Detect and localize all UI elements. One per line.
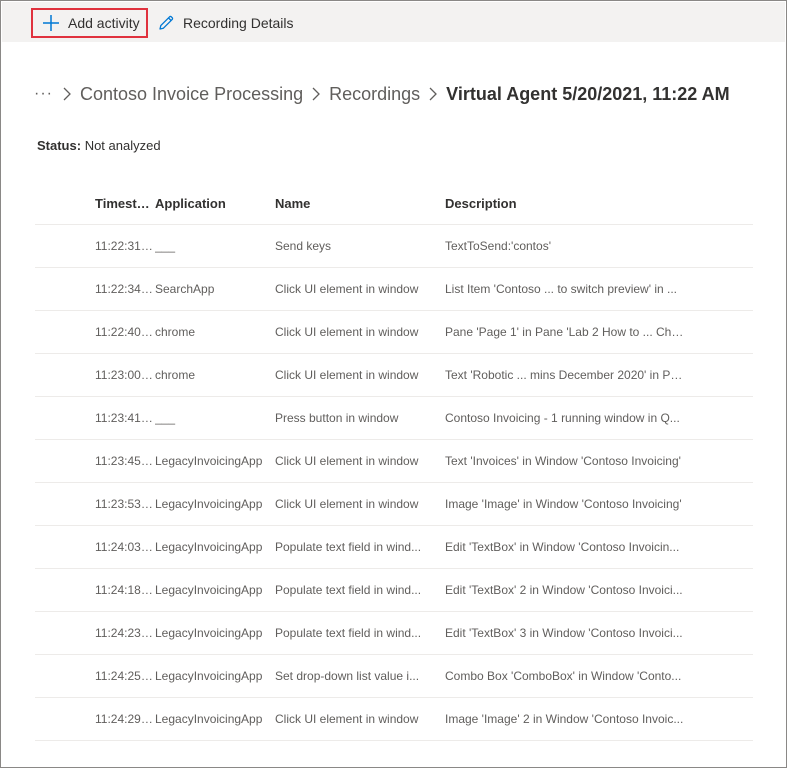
cell-timestamp: 11:23:41 AM	[95, 411, 155, 425]
cell-name: Populate text field in wind...	[275, 583, 422, 597]
recording-details-window: Add activity Recording Details ··· Conto…	[0, 0, 787, 768]
ellipsis-icon[interactable]: ···	[34, 85, 54, 103]
table-row[interactable]: 11:24:03 AM LegacyInvoicingApp Populate te…	[35, 526, 753, 569]
cell-description: Combo Box 'ComboBox' in Window 'Conto...	[445, 669, 682, 683]
cell-application: ___	[155, 411, 176, 425]
breadcrumb-item-recordings[interactable]: Recordings	[329, 84, 420, 105]
cell-description: Edit 'TextBox' 3 in Window 'Contoso Invo…	[445, 626, 683, 640]
table-row[interactable]: 11:22:31 AM ___ Send keys TextToSend:'conto…	[35, 225, 753, 268]
cell-timestamp: 11:24:25 AM	[95, 669, 155, 683]
activities-table: Timestamp Application Name Description 1…	[35, 182, 753, 741]
breadcrumb-current-page: Virtual Agent 5/20/2021, 11:22 AM	[446, 83, 730, 104]
cell-timestamp: 11:24:03 AM	[95, 540, 155, 554]
cell-timestamp: 11:24:23 AM	[95, 626, 155, 640]
table-row[interactable]: 11:24:18 AM LegacyInvoicingApp Populate te…	[35, 569, 753, 612]
table-row[interactable]: 11:24:29 AM LegacyInvoicingApp Click UI el…	[35, 698, 753, 741]
chevron-right-icon	[420, 86, 446, 102]
cell-application: LegacyInvoicingApp	[155, 454, 263, 468]
cell-name: Populate text field in wind...	[275, 626, 422, 640]
cell-name: Set drop-down list value i...	[275, 669, 420, 683]
status-label: Status:	[37, 138, 82, 153]
column-header-application[interactable]: Application	[155, 196, 275, 211]
cell-application: LegacyInvoicingApp	[155, 669, 263, 683]
cell-timestamp: 11:22:34 AM	[95, 282, 155, 296]
cell-application: chrome	[155, 325, 196, 339]
cell-description: Image 'Image' 2 in Window 'Contoso Invoi…	[445, 712, 684, 726]
cell-timestamp: 11:22:31 AM	[95, 239, 155, 253]
cell-application: LegacyInvoicingApp	[155, 583, 263, 597]
cell-description: Text 'Invoices' in Window 'Contoso Invoi…	[445, 454, 681, 468]
cell-timestamp: 11:22:40 AM	[95, 325, 155, 339]
column-header-description[interactable]: Description	[445, 196, 685, 211]
cell-application: chrome	[155, 368, 196, 382]
cell-timestamp: 11:24:18 AM	[95, 583, 155, 597]
cell-name: Click UI element in window	[275, 282, 419, 296]
column-header-timestamp[interactable]: Timestamp	[35, 196, 155, 211]
table-row[interactable]: 11:24:25 AM LegacyInvoicingApp Set drop-do…	[35, 655, 753, 698]
cell-application: LegacyInvoicingApp	[155, 540, 263, 554]
plus-icon	[42, 14, 60, 32]
cell-name: Click UI element in window	[275, 497, 419, 511]
recording-details-button[interactable]: Recording Details	[155, 8, 305, 38]
table-header: Timestamp Application Name Description	[35, 182, 753, 225]
table-body: 11:22:31 AM ___ Send keys TextToSend:'conto…	[35, 225, 753, 741]
status-line: Status: Not analyzed	[37, 138, 161, 153]
pencil-icon	[157, 14, 175, 32]
add-activity-label: Add activity	[68, 15, 140, 31]
status-value: Not analyzed	[84, 138, 161, 153]
table-row[interactable]: 11:23:45 AM LegacyInvoicingApp Click UI el…	[35, 440, 753, 483]
table-row[interactable]: 11:23:53 AM LegacyInvoicingApp Click UI el…	[35, 483, 753, 526]
breadcrumb-item-contoso-invoice-processing[interactable]: Contoso Invoice Processing	[80, 84, 303, 105]
cell-name: Click UI element in window	[275, 368, 419, 382]
cell-name: Click UI element in window	[275, 712, 419, 726]
cell-description: Image 'Image' in Window 'Contoso Invoici…	[445, 497, 682, 511]
table-row[interactable]: 11:23:00 AM chrome Click UI element in win…	[35, 354, 753, 397]
cell-application: LegacyInvoicingApp	[155, 712, 263, 726]
cell-timestamp: 11:23:53 AM	[95, 497, 155, 511]
cell-description: TextToSend:'contos'	[445, 239, 551, 253]
cell-description: Edit 'TextBox' in Window 'Contoso Invoic…	[445, 540, 680, 554]
cell-name: Send keys	[275, 239, 332, 253]
column-header-name[interactable]: Name	[275, 196, 445, 211]
cell-application: ___	[155, 239, 176, 253]
cell-description: Contoso Invoicing - 1 running window in …	[445, 411, 680, 425]
cell-description: Edit 'TextBox' 2 in Window 'Contoso Invo…	[445, 583, 683, 597]
chevron-right-icon	[303, 86, 329, 102]
cell-description: List Item 'Contoso ... to switch preview…	[445, 282, 678, 296]
cell-timestamp: 11:24:29 AM	[95, 712, 155, 726]
command-bar: Add activity Recording Details	[2, 2, 785, 42]
breadcrumb: ··· Contoso Invoice Processing Recording…	[34, 79, 730, 109]
cell-timestamp: 11:23:00 AM	[95, 368, 155, 382]
add-activity-button[interactable]: Add activity	[31, 8, 148, 38]
cell-application: LegacyInvoicingApp	[155, 497, 263, 511]
cell-description: Text 'Robotic ... mins December 2020' in…	[445, 368, 685, 382]
cell-application: LegacyInvoicingApp	[155, 626, 263, 640]
cell-name: Populate text field in wind...	[275, 540, 422, 554]
cell-name: Click UI element in window	[275, 325, 419, 339]
cell-name: Click UI element in window	[275, 454, 419, 468]
table-row[interactable]: 11:23:41 AM ___ Press button in window Cont…	[35, 397, 753, 440]
cell-name: Press button in window	[275, 411, 399, 425]
cell-description: Pane 'Page 1' in Pane 'Lab 2 How to ... …	[445, 325, 685, 339]
table-row[interactable]: 11:22:34 AM SearchApp Click UI element in …	[35, 268, 753, 311]
cell-timestamp: 11:23:45 AM	[95, 454, 155, 468]
recording-details-label: Recording Details	[183, 15, 294, 31]
cell-application: SearchApp	[155, 282, 215, 296]
table-row[interactable]: 11:22:40 AM chrome Click UI element in win…	[35, 311, 753, 354]
table-row[interactable]: 11:24:23 AM LegacyInvoicingApp Populate te…	[35, 612, 753, 655]
chevron-right-icon	[54, 86, 80, 102]
